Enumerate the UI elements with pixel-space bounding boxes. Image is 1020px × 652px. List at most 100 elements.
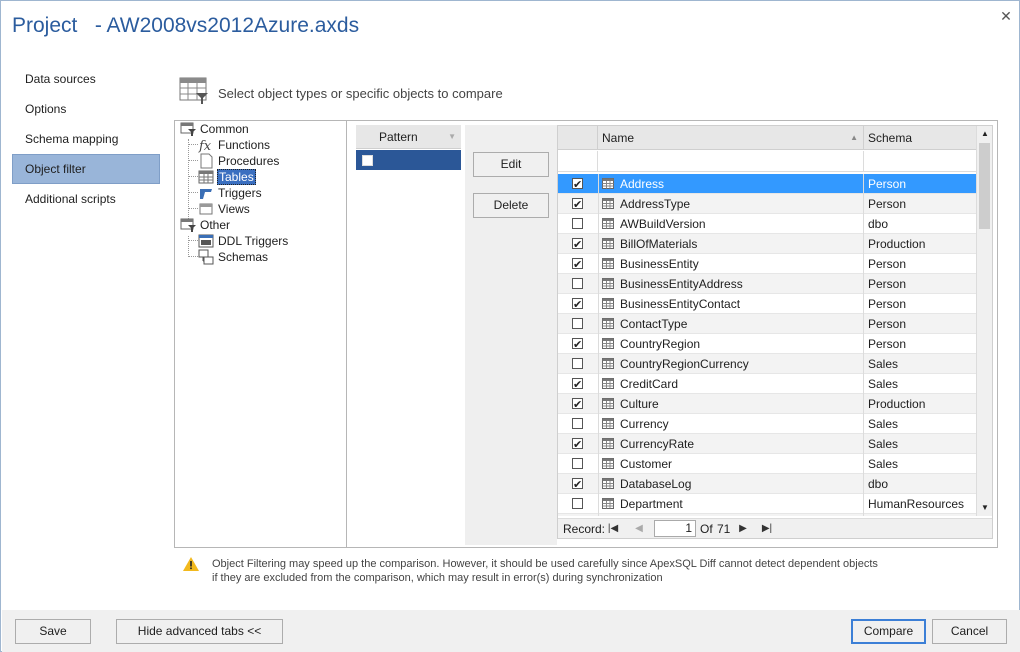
table-row[interactable]: Department HumanResources: [558, 494, 976, 514]
table-row[interactable]: ContactType Person: [558, 314, 976, 334]
row-checkbox[interactable]: [572, 498, 583, 509]
pattern-checkbox[interactable]: [362, 155, 373, 166]
row-checkbox[interactable]: ✔: [572, 378, 583, 391]
row-checkbox[interactable]: ✔: [572, 198, 583, 211]
row-checkbox[interactable]: [572, 418, 583, 429]
table-row[interactable]: ✔ AddressType Person: [558, 194, 976, 214]
window-title: Project - AW2008vs2012Azure.axds: [12, 14, 360, 37]
table-row[interactable]: ✔ DatabaseLog dbo: [558, 474, 976, 494]
pattern-column-header[interactable]: Pattern ▼: [356, 125, 461, 149]
nav-schema-mapping[interactable]: Schema mapping: [12, 124, 160, 154]
record-of-label: Of: [700, 522, 713, 536]
filter-cell-checkbox[interactable]: [558, 151, 598, 172]
table-row[interactable]: CountryRegionCurrency Sales: [558, 354, 976, 374]
row-name: ContactType: [620, 317, 688, 331]
filter-cell-schema[interactable]: [864, 151, 976, 172]
next-record-icon[interactable]: ▶: [734, 521, 752, 537]
table-row[interactable]: ✔ Culture Production: [558, 394, 976, 414]
first-record-icon[interactable]: |◀: [604, 521, 622, 537]
row-checkbox[interactable]: ✔: [572, 478, 583, 491]
row-schema: Person: [868, 317, 907, 331]
pattern-row-selected[interactable]: [356, 150, 461, 170]
row-checkbox[interactable]: [572, 458, 583, 469]
row-name: AddressType: [620, 197, 691, 211]
table-row[interactable]: ✔ BusinessEntityContact Person: [558, 294, 976, 314]
row-checkbox[interactable]: ✔: [572, 438, 583, 451]
record-number-input[interactable]: 1: [654, 520, 696, 537]
checkmark-icon: ✔: [573, 339, 583, 351]
nav-options[interactable]: Options: [12, 94, 160, 124]
row-checkbox[interactable]: [572, 358, 583, 369]
row-name: BusinessEntityContact: [620, 297, 741, 311]
row-name-cell: CurrencyRate: [598, 434, 864, 454]
object-filter-panel: Common fx Functions Procedures Tables Tr…: [174, 120, 998, 548]
nav-object-filter[interactable]: Object filter: [12, 154, 160, 184]
table-row[interactable]: ✔ Document Production: [558, 514, 976, 516]
row-name: CreditCard: [620, 377, 679, 391]
scroll-down-icon[interactable]: ▼: [977, 500, 993, 516]
delete-button[interactable]: Delete: [473, 193, 549, 218]
table-icon: [602, 278, 614, 289]
row-schema: Sales: [868, 437, 899, 451]
table-row[interactable]: Currency Sales: [558, 414, 976, 434]
last-record-icon[interactable]: ▶|: [758, 521, 776, 537]
checkmark-icon: ✔: [573, 379, 583, 391]
save-button[interactable]: Save: [15, 619, 91, 644]
table-icon: [602, 398, 614, 409]
table-row[interactable]: Customer Sales: [558, 454, 976, 474]
row-schema: Sales: [868, 357, 899, 371]
cancel-button[interactable]: Cancel: [932, 619, 1007, 644]
table-icon: [602, 478, 614, 489]
nav-data-sources[interactable]: Data sources: [12, 64, 160, 94]
nav-additional-scripts[interactable]: Additional scripts: [12, 184, 160, 214]
previous-record-icon[interactable]: ◀: [630, 521, 648, 537]
row-name-cell: Address: [598, 174, 864, 194]
row-checkbox[interactable]: [572, 218, 583, 229]
table-row[interactable]: ✔ CurrencyRate Sales: [558, 434, 976, 454]
row-checkbox[interactable]: ✔: [572, 298, 583, 311]
checkmark-icon: ✔: [573, 299, 583, 311]
edit-button[interactable]: Edit: [473, 152, 549, 177]
row-checkbox[interactable]: ✔: [572, 238, 583, 251]
project-window: Project - AW2008vs2012Azure.axds ✕ Data …: [0, 0, 1020, 652]
row-name-cell: Currency: [598, 414, 864, 434]
close-icon[interactable]: ✕: [997, 7, 1015, 25]
table-icon: [602, 198, 614, 209]
table-icon: [602, 218, 614, 229]
grid-filter-row[interactable]: [558, 151, 976, 172]
row-checkbox[interactable]: ✔: [572, 258, 583, 271]
name-column-header[interactable]: Name ▲: [598, 126, 864, 150]
table-row[interactable]: ✔ CreditCard Sales: [558, 374, 976, 394]
table-row[interactable]: ✔ BillOfMaterials Production: [558, 234, 976, 254]
scrollbar-thumb[interactable]: [979, 143, 990, 229]
row-checkbox[interactable]: ✔: [572, 178, 583, 191]
row-name: Address: [620, 177, 665, 191]
record-navigator: Record: |◀ ◀ 1 Of 71 ▶ ▶|: [558, 518, 992, 538]
row-checkbox[interactable]: [572, 318, 583, 329]
procedure-icon: [200, 153, 213, 169]
scroll-up-icon[interactable]: ▲: [977, 126, 993, 142]
filter-cell-name[interactable]: [598, 151, 864, 172]
table-icon: [198, 170, 214, 184]
ddl-trigger-icon: [198, 234, 214, 248]
table-row[interactable]: AWBuildVersion dbo: [558, 214, 976, 234]
checkbox-column-header[interactable]: [558, 126, 598, 150]
table-row[interactable]: BusinessEntityAddress Person: [558, 274, 976, 294]
vertical-scrollbar[interactable]: ▲ ▼: [976, 126, 992, 516]
table-row[interactable]: ✔ Address Person: [558, 174, 976, 194]
row-checkbox[interactable]: ✔: [572, 398, 583, 411]
row-name: DatabaseLog: [620, 477, 692, 491]
table-row[interactable]: ✔ BusinessEntity Person: [558, 254, 976, 274]
table-row[interactable]: ✔ CountryRegion Person: [558, 334, 976, 354]
function-icon: fx: [198, 139, 212, 153]
row-checkbox[interactable]: ✔: [572, 338, 583, 351]
row-checkbox[interactable]: [572, 278, 583, 289]
hide-advanced-tabs-button[interactable]: Hide advanced tabs <<: [116, 619, 283, 644]
trigger-icon: [200, 189, 212, 199]
schema-column-header[interactable]: Schema: [864, 126, 976, 150]
compare-button[interactable]: Compare: [851, 619, 926, 644]
row-name-cell: AddressType: [598, 194, 864, 214]
row-name-cell: Customer: [598, 454, 864, 474]
table-icon: [602, 318, 614, 329]
svg-text:fx: fx: [198, 139, 212, 153]
